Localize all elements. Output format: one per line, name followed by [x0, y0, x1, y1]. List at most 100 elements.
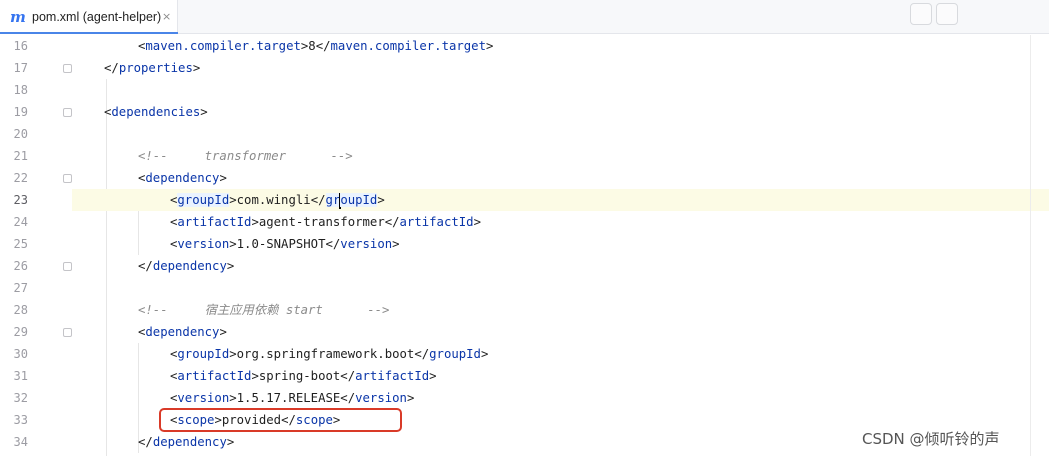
- xml-tag-name: properties: [118, 61, 193, 75]
- code-line[interactable]: <version>1.5.17.RELEASE</version>: [72, 387, 1049, 409]
- code-line[interactable]: </dependency>: [72, 255, 1049, 277]
- xml-bracket: >: [251, 369, 259, 383]
- xml-tag-name: groupId: [177, 193, 230, 207]
- line-number: 32: [13, 391, 28, 405]
- tab-pom-xml[interactable]: m pom.xml (agent-helper) ×: [0, 0, 178, 34]
- code-line[interactable]: <dependency>: [72, 321, 1049, 343]
- xml-tag-name: version: [177, 391, 230, 405]
- xml-bracket: >: [486, 39, 494, 53]
- line-number: 27: [13, 281, 28, 295]
- code-line[interactable]: <maven.compiler.target>8</maven.compiler…: [72, 35, 1049, 57]
- xml-tag-name: gr: [325, 193, 341, 207]
- line-number-gutter: 16 17 18 19 20 21 22 23 24 25 26 27 28 29 30 31 32 33 34: [0, 35, 72, 456]
- xml-tag-name: version: [340, 237, 393, 251]
- xml-bracket: >: [392, 237, 400, 251]
- line-number: 21: [13, 149, 28, 163]
- xml-tag-name: groupId: [429, 347, 481, 361]
- code-line[interactable]: <artifactId>agent-transformer</artifactI…: [72, 211, 1049, 233]
- xml-tag-name: dependency: [152, 435, 227, 449]
- line-number: 31: [13, 369, 28, 383]
- line-number: 22: [13, 171, 28, 185]
- xml-bracket: </: [325, 237, 341, 251]
- code-line[interactable]: <!-- transformer -->: [72, 145, 1049, 167]
- code-line[interactable]: [72, 277, 1049, 299]
- line-number: 34: [13, 435, 28, 449]
- editor-action-button[interactable]: [910, 3, 932, 25]
- code-line[interactable]: <groupId>com.wingli</groupId>: [72, 189, 1049, 211]
- active-tab-indicator: [0, 32, 178, 34]
- close-icon[interactable]: ×: [162, 10, 171, 23]
- xml-bracket: >: [406, 391, 415, 405]
- code-line[interactable]: <dependency>: [72, 167, 1049, 189]
- xml-comment: <!-- 宿主应用依赖 start -->: [138, 303, 390, 317]
- xml-tag-name: artifactId: [177, 369, 252, 383]
- line-number: 30: [13, 347, 28, 361]
- xml-bracket: >: [192, 61, 201, 75]
- line-number: 16: [13, 39, 28, 53]
- xml-tag-name: oupId: [340, 193, 378, 207]
- xml-text: spring-boot: [258, 369, 341, 383]
- xml-bracket: </: [138, 259, 153, 273]
- xml-text: com.wingli: [236, 193, 311, 207]
- line-number: 24: [13, 215, 28, 229]
- xml-tag-name: dependency: [145, 325, 220, 339]
- xml-bracket: >: [229, 391, 237, 405]
- code-editor[interactable]: <maven.compiler.target>8</maven.compiler…: [72, 35, 1049, 456]
- fold-marker-icon[interactable]: [63, 174, 72, 183]
- xml-bracket: >: [229, 193, 237, 207]
- line-number: 17: [13, 61, 28, 75]
- line-number: 33: [13, 413, 28, 427]
- xml-bracket: </: [384, 215, 400, 229]
- xml-bracket: >: [251, 215, 259, 229]
- fold-marker-icon[interactable]: [63, 262, 72, 271]
- annotation-highlight-box: [159, 408, 402, 432]
- xml-bracket: </: [104, 61, 119, 75]
- xml-bracket: >: [226, 259, 235, 273]
- xml-tag-name: artifactId: [355, 369, 430, 383]
- xml-text: 1.0-SNAPSHOT: [236, 237, 326, 251]
- xml-bracket: >: [219, 325, 227, 339]
- xml-bracket: >: [200, 105, 208, 119]
- line-number: 19: [13, 105, 28, 119]
- xml-bracket: </: [340, 391, 356, 405]
- xml-bracket: >: [377, 193, 385, 207]
- xml-bracket: >: [219, 171, 227, 185]
- code-line[interactable]: <artifactId>spring-boot</artifactId>: [72, 365, 1049, 387]
- tab-title: pom.xml (agent-helper): [32, 10, 162, 24]
- editor-action-button[interactable]: [936, 3, 958, 25]
- code-line[interactable]: <groupId>org.springframework.boot</group…: [72, 343, 1049, 365]
- line-number: 20: [13, 127, 28, 141]
- xml-text: org.springframework.boot: [236, 347, 415, 361]
- code-line[interactable]: <version>1.0-SNAPSHOT</version>: [72, 233, 1049, 255]
- xml-text: agent-transformer: [258, 215, 385, 229]
- xml-tag-name: version: [355, 391, 407, 405]
- code-line[interactable]: <dependencies>: [72, 101, 1049, 123]
- watermark: CSDN @倾听铃的声: [862, 430, 1000, 448]
- xml-bracket: >: [473, 215, 481, 229]
- xml-tag-name: version: [177, 237, 230, 251]
- line-number: 25: [13, 237, 28, 251]
- code-line[interactable]: [72, 79, 1049, 101]
- xml-tag-name: dependencies: [111, 105, 201, 119]
- xml-tag-name: maven.compiler.target: [330, 39, 486, 53]
- fold-marker-icon[interactable]: [63, 64, 72, 73]
- xml-text: 1.5.17.RELEASE: [236, 391, 341, 405]
- xml-tag-name: dependency: [145, 171, 220, 185]
- xml-bracket: >: [429, 369, 437, 383]
- code-line[interactable]: </properties>: [72, 57, 1049, 79]
- code-line[interactable]: [72, 123, 1049, 145]
- xml-bracket: >: [226, 435, 235, 449]
- editor-tab-bar: m pom.xml (agent-helper) ×: [0, 0, 1049, 34]
- xml-tag-name: maven.compiler.target: [145, 39, 301, 53]
- line-number: 26: [13, 259, 28, 273]
- xml-bracket: </: [138, 435, 153, 449]
- xml-bracket: </: [310, 193, 326, 207]
- line-number: 23: [13, 193, 28, 207]
- fold-marker-icon[interactable]: [63, 108, 72, 117]
- xml-bracket: </: [315, 39, 331, 53]
- xml-comment: <!-- transformer -->: [138, 149, 353, 163]
- line-number: 29: [13, 325, 28, 339]
- code-line[interactable]: <!-- 宿主应用依赖 start -->: [72, 299, 1049, 321]
- fold-marker-icon[interactable]: [63, 328, 72, 337]
- line-number: 18: [13, 83, 28, 97]
